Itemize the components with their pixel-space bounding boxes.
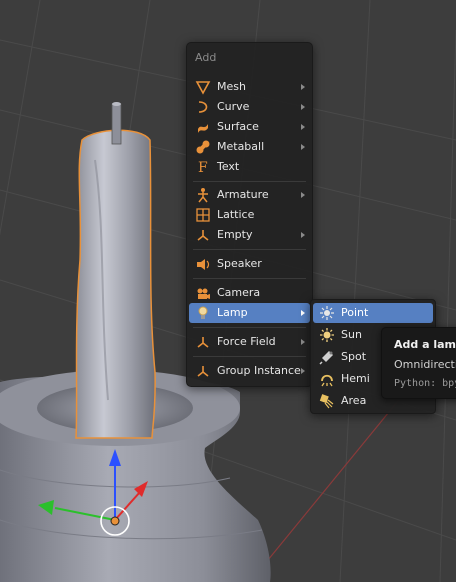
area-lamp-icon (319, 394, 334, 409)
text-icon: F (198, 160, 208, 175)
submenu-arrow-icon (301, 124, 305, 130)
menu-item-surface[interactable]: Surface (189, 117, 310, 137)
menu-item-text[interactable]: F Text (189, 157, 310, 177)
force-field-icon (197, 337, 209, 348)
submenu-arrow-icon (301, 339, 305, 345)
menu-separator (193, 181, 306, 182)
menu-title: Add (195, 51, 217, 64)
menu-separator (193, 278, 306, 279)
armature-icon (198, 188, 208, 203)
add-menu: Add Mesh Curve Surface Metaball F Text A… (186, 42, 313, 387)
candle-object (75, 102, 156, 439)
svg-text:F: F (198, 160, 208, 175)
lamp-item-point[interactable]: Point (313, 303, 433, 323)
menu-item-empty[interactable]: Empty (189, 225, 310, 245)
tooltip-title: Add a lamp o (394, 338, 456, 351)
sun-lamp-icon (320, 328, 334, 342)
curve-icon (198, 101, 208, 113)
metaball-icon (196, 140, 210, 154)
submenu-arrow-icon (301, 84, 305, 90)
tooltip-python: Python: bpy (394, 378, 456, 389)
mesh-icon (195, 81, 211, 95)
menu-item-lamp[interactable]: Lamp (189, 303, 310, 323)
menu-separator (193, 327, 306, 328)
menu-item-mesh[interactable]: Mesh (189, 77, 310, 97)
tooltip: Add a lamp o Omnidirectio Python: bpy (381, 327, 456, 399)
submenu-arrow-icon (301, 192, 305, 198)
menu-separator (193, 249, 306, 250)
menu-item-armature[interactable]: Armature (189, 185, 310, 205)
menu-item-speaker[interactable]: Speaker (189, 254, 310, 274)
lamp-icon (198, 306, 208, 319)
hemi-lamp-icon (321, 374, 333, 387)
menu-item-camera[interactable]: Camera (189, 283, 310, 303)
empty-icon (197, 230, 209, 241)
menu-item-metaball[interactable]: Metaball (189, 137, 310, 157)
group-instance-icon (197, 366, 209, 377)
camera-icon (197, 288, 210, 299)
menu-item-group-instance[interactable]: Group Instance (189, 361, 310, 381)
menu-item-lattice[interactable]: Lattice (189, 205, 310, 225)
submenu-arrow-icon (301, 310, 305, 316)
lattice-icon (196, 208, 210, 222)
submenu-arrow-icon (301, 232, 305, 238)
menu-item-curve[interactable]: Curve (189, 97, 310, 117)
menu-item-force-field[interactable]: Force Field (189, 332, 310, 352)
submenu-arrow-icon (301, 368, 305, 374)
tooltip-description: Omnidirectio (394, 358, 456, 371)
spot-lamp-icon (319, 351, 333, 365)
menu-separator (193, 356, 306, 357)
point-lamp-icon (320, 306, 334, 320)
surface-icon (198, 124, 208, 133)
submenu-arrow-icon (301, 144, 305, 150)
speaker-icon (197, 259, 210, 270)
submenu-arrow-icon (301, 104, 305, 110)
